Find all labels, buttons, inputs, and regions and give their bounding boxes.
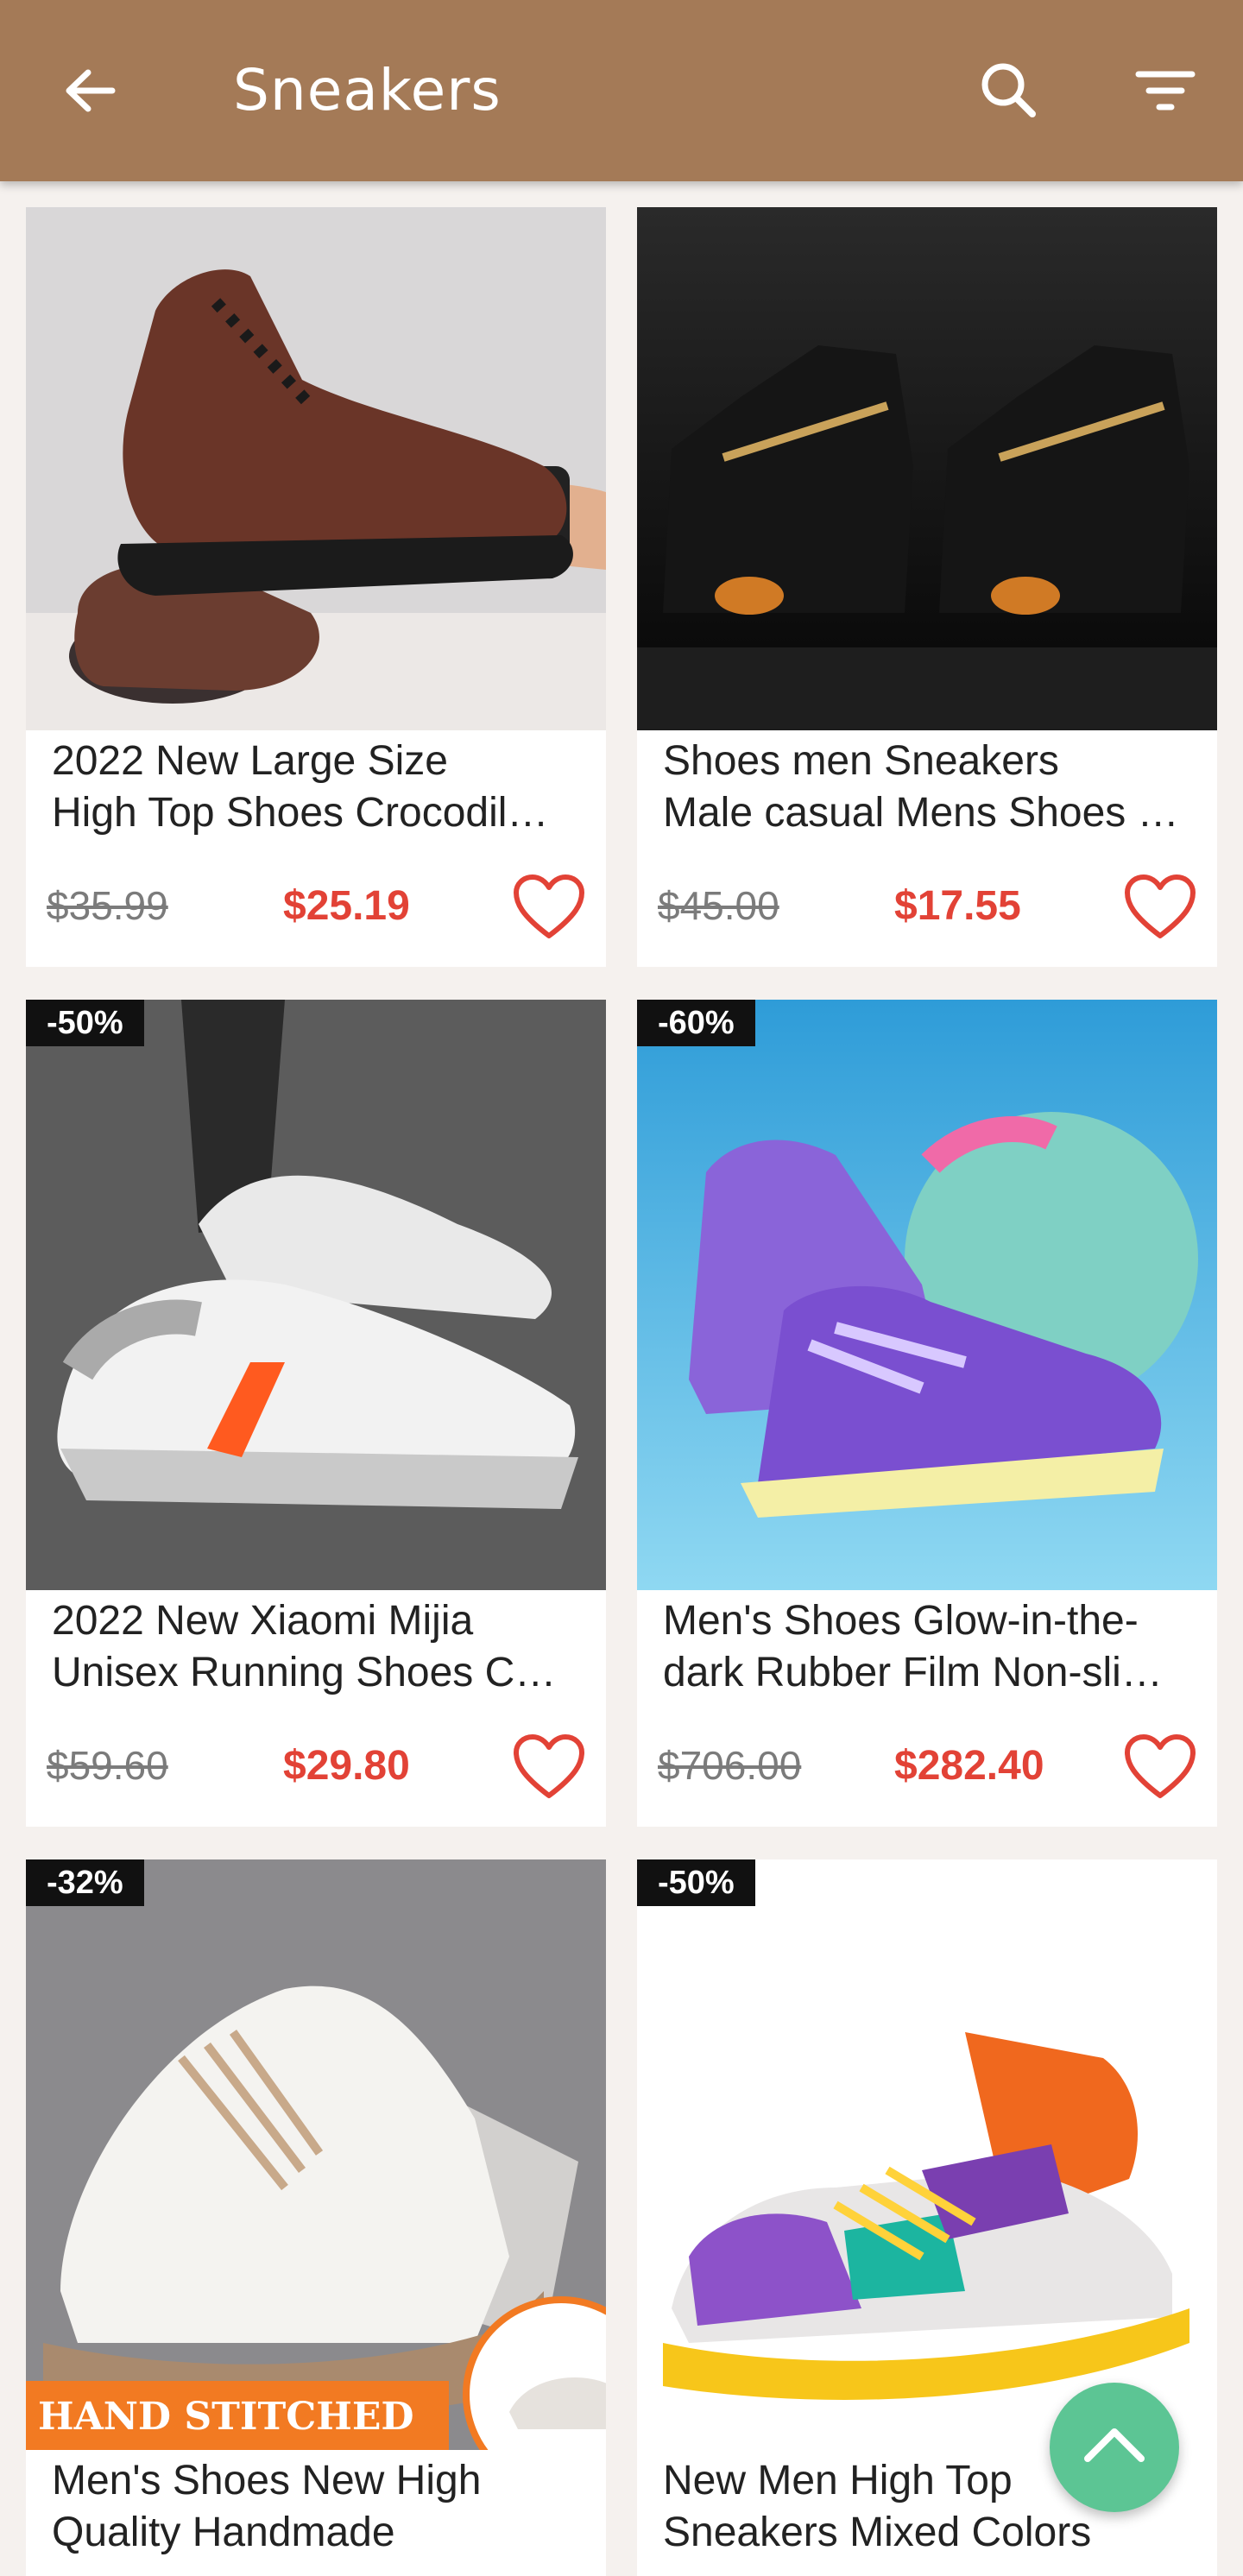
- original-price: $59.60: [47, 1743, 168, 1788]
- heart-icon[interactable]: [1124, 1733, 1196, 1801]
- original-price: $35.99: [47, 883, 168, 928]
- sale-price: $29.80: [283, 1743, 410, 1789]
- product-image[interactable]: [26, 207, 606, 730]
- sale-price: $25.19: [283, 883, 410, 929]
- sale-price: $17.55: [894, 883, 1021, 929]
- scroll-to-top-button[interactable]: [1050, 2383, 1179, 2512]
- filter-icon[interactable]: [1126, 52, 1204, 129]
- discount-badge: -50%: [26, 1000, 144, 1046]
- original-price: $706.00: [658, 1743, 802, 1788]
- discount-badge: -50%: [637, 1859, 755, 1906]
- product-card[interactable]: Shoes men Sneakers Male casual Mens Shoe…: [637, 207, 1217, 967]
- product-name[interactable]: Shoes men Sneakers Male casual Mens Shoe…: [663, 736, 1181, 839]
- product-image[interactable]: [637, 207, 1217, 730]
- product-name[interactable]: 2022 New Xiaomi Mijia Unisex Running Sho…: [52, 1595, 570, 1699]
- product-card[interactable]: 2022 New Large Size High Top Shoes Croco…: [26, 207, 606, 967]
- search-icon[interactable]: [970, 52, 1048, 129]
- product-name[interactable]: 2022 New Large Size High Top Shoes Croco…: [52, 736, 570, 839]
- original-price: $45.00: [658, 883, 779, 928]
- discount-badge: -32%: [26, 1859, 144, 1906]
- arrow-left-icon[interactable]: [52, 52, 129, 129]
- sale-price: $282.40: [894, 1743, 1044, 1789]
- hand-stitched-banner: HAND STITCHED: [38, 2395, 414, 2439]
- product-image[interactable]: -50%: [637, 1859, 1217, 2450]
- product-card[interactable]: -50% 2022 New Xiaomi Mijia Unisex Runnin…: [26, 1000, 606, 1827]
- product-image[interactable]: HAND STITCHED -32%: [26, 1859, 606, 2450]
- product-image[interactable]: -60%: [637, 1000, 1217, 1590]
- heart-icon[interactable]: [513, 1733, 585, 1801]
- chevron-up-icon: [1084, 2428, 1145, 2462]
- product-name[interactable]: Men's Shoes New High Quality Handmade: [52, 2455, 570, 2559]
- app-bar: Sneakers: [0, 0, 1243, 181]
- product-card[interactable]: HAND STITCHED -32% Men's Shoes New High …: [26, 1859, 606, 2576]
- heart-icon[interactable]: [513, 874, 585, 941]
- page-title: Sneakers: [233, 57, 502, 123]
- discount-badge: -60%: [637, 1000, 755, 1046]
- product-card[interactable]: -60% Men's Shoes Glow-in-the- dark Rubbe…: [637, 1000, 1217, 1827]
- product-image[interactable]: -50%: [26, 1000, 606, 1590]
- heart-icon[interactable]: [1124, 874, 1196, 941]
- product-name[interactable]: Men's Shoes Glow-in-the- dark Rubber Fil…: [663, 1595, 1181, 1699]
